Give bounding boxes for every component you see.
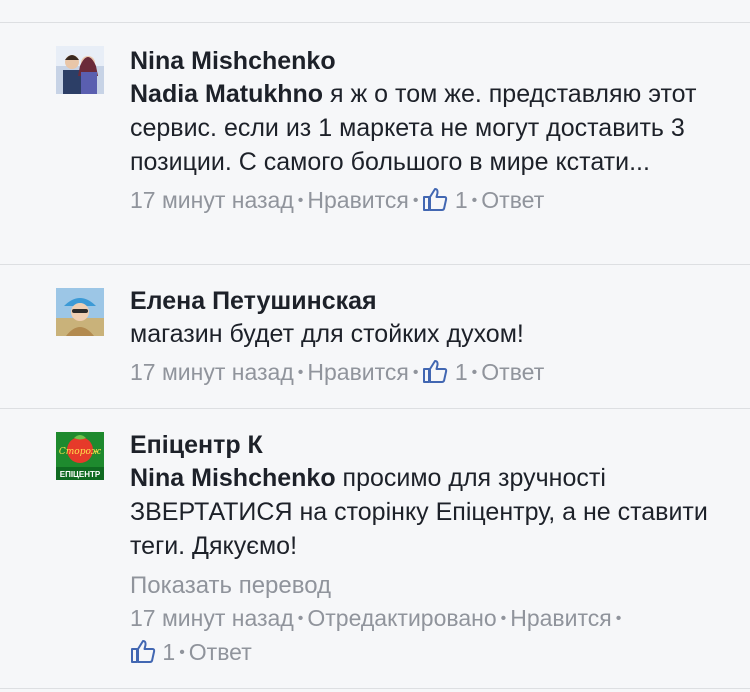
like-button[interactable]: Нравится [307, 359, 409, 385]
like-button[interactable]: Нравится [307, 187, 409, 213]
thumbs-up-icon[interactable] [422, 358, 448, 384]
avatar[interactable] [56, 288, 104, 336]
reply-button[interactable]: Ответ [189, 639, 252, 665]
comment-text: Nina Mishchenko просимо для зручності ЗВ… [130, 464, 708, 560]
like-button[interactable]: Нравится [510, 605, 612, 631]
timestamp[interactable]: 17 минут назад [130, 187, 294, 213]
like-count[interactable]: 1 [455, 359, 468, 385]
reply-button[interactable]: Ответ [481, 187, 544, 213]
like-count[interactable]: 1 [455, 187, 468, 213]
comment-meta: 17 минут назад • Нравится • 1 • Ответ [130, 186, 545, 213]
comment-author[interactable]: Епіцентр К [130, 430, 728, 460]
comment-meta-line-2: 1 • Ответ [130, 637, 728, 671]
logo-text: ЕПІЦЕНТР [60, 470, 101, 479]
comment-divider [0, 264, 750, 265]
timestamp[interactable]: 17 минут назад [130, 605, 294, 631]
mention-link[interactable]: Nadia Matukhno [130, 80, 323, 108]
thumbs-up-icon[interactable] [422, 186, 448, 212]
comment-meta: 17 минут назад • Нравится • 1 • Ответ [130, 358, 545, 385]
edited-label[interactable]: Отредактировано [307, 605, 496, 631]
comment-text: магазин будет для стойких духом! [130, 320, 524, 348]
avatar[interactable] [56, 46, 104, 94]
bottom-divider [0, 688, 750, 689]
svg-text:Сторож: Сторож [59, 447, 102, 457]
timestamp[interactable]: 17 минут назад [130, 359, 294, 385]
avatar[interactable]: Сторож ЕПІЦЕНТР [56, 432, 104, 480]
like-count[interactable]: 1 [162, 639, 175, 665]
comment-author[interactable]: Елена Петушинская [130, 286, 728, 316]
reply-button[interactable]: Ответ [481, 359, 544, 385]
comment-meta: 17 минут назад • Отредактировано • Нравится • [130, 605, 622, 631]
comment-text: Nadia Matukhno я ж о том же. представляю… [130, 80, 697, 176]
comment-author[interactable]: Nina Mishchenko [130, 46, 728, 76]
top-divider [0, 22, 750, 23]
show-translation-link[interactable]: Показать перевод [130, 571, 728, 601]
mention-link[interactable]: Nina Mishchenko [130, 464, 336, 492]
comment-divider [0, 408, 750, 409]
thumbs-up-icon[interactable] [130, 638, 156, 664]
